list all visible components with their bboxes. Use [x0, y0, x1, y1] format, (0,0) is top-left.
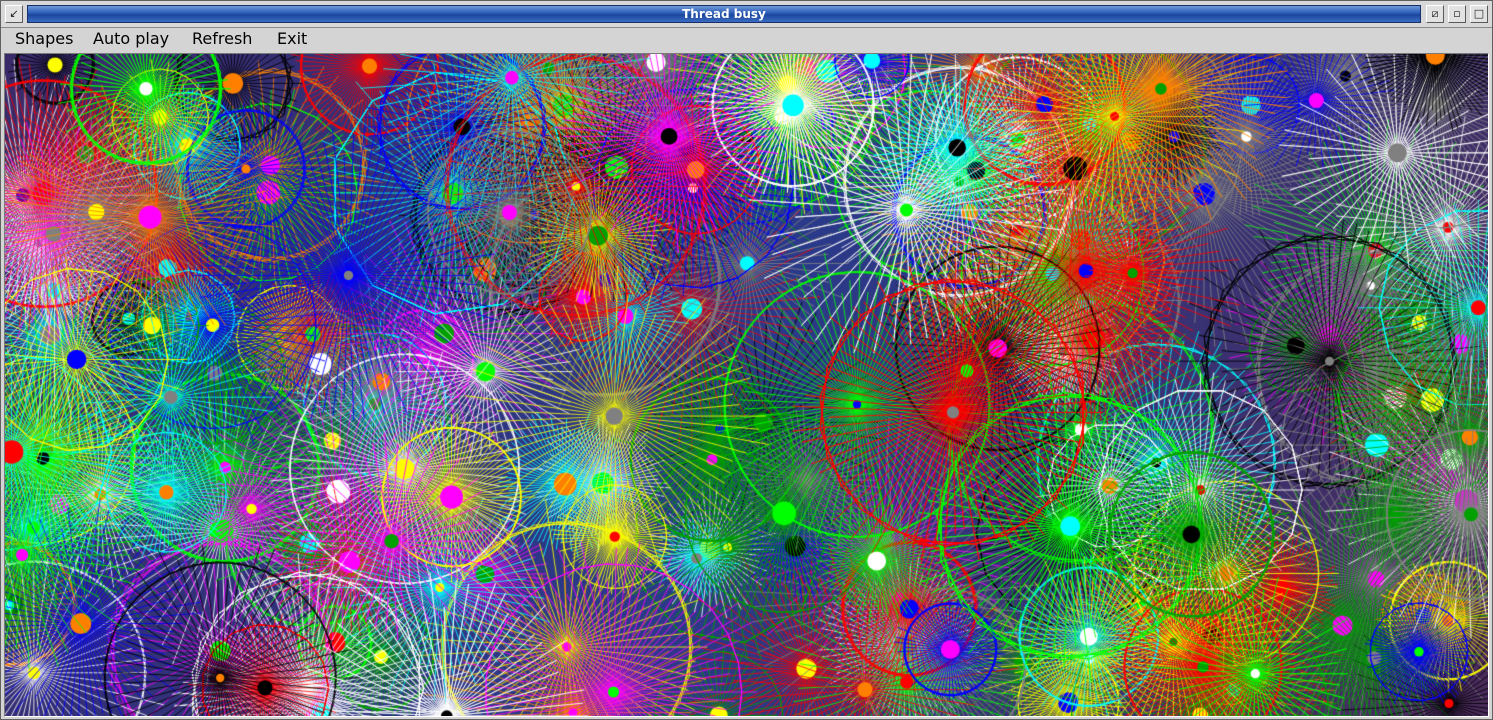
drawing-canvas[interactable] [5, 54, 1488, 716]
window-title: Thread busy [682, 7, 766, 21]
menu-bar: Shapes Auto play Refresh Exit [1, 28, 1492, 52]
menu-auto-play[interactable]: Auto play [93, 28, 169, 52]
drawing-area[interactable] [4, 53, 1489, 717]
title-drag-area[interactable]: Thread busy [27, 5, 1421, 23]
depth-front-icon[interactable]: □ [1470, 5, 1488, 23]
menu-exit[interactable]: Exit [277, 28, 307, 52]
menu-refresh[interactable]: Refresh [192, 28, 252, 52]
app-window: ↙ Thread busy ⧄ ▫ □ Shapes Auto play Ref… [0, 0, 1493, 720]
close-icon[interactable]: ↙ [5, 5, 23, 23]
depth-back-icon[interactable]: ▫ [1448, 5, 1466, 23]
title-bar[interactable]: ↙ Thread busy ⧄ ▫ □ [1, 1, 1492, 28]
menu-shapes[interactable]: Shapes [15, 28, 73, 52]
zoom-icon[interactable]: ⧄ [1426, 5, 1444, 23]
